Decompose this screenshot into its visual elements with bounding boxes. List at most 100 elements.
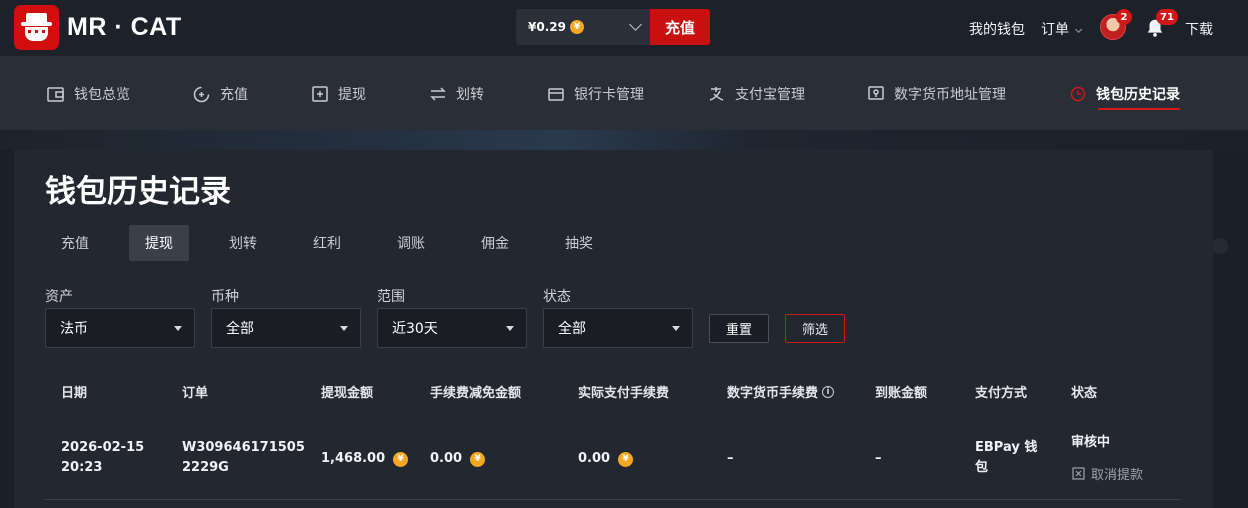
status-value: 全部 <box>558 321 586 337</box>
notification-badge: 71 <box>1156 9 1178 25</box>
status-label: 状态 <box>543 289 571 305</box>
crypto-address-icon <box>868 86 884 100</box>
col-crypto-fee-label: 数字货币手续费 <box>727 386 819 401</box>
table-row-fee-waived: 0.00 ¥ <box>430 449 486 469</box>
nav-withdraw[interactable]: 提现 <box>312 84 366 104</box>
cancel-withdrawal-label: 取消提款 <box>1091 468 1144 483</box>
transfer-icon <box>430 87 446 101</box>
nav-recharge[interactable]: 充值 <box>193 84 248 104</box>
history-icon <box>1070 86 1086 102</box>
method-line: EBPay 钱 <box>975 440 1038 455</box>
currency-value: 全部 <box>226 321 254 337</box>
history-panel: 钱包历史记录 充值 提现 划转 红利 调账 佣金 抽奖 资产 法币 币种 全部 … <box>14 150 1213 508</box>
alipay-icon <box>709 87 724 101</box>
col-fee-waived: 手续费减免金额 <box>430 386 522 401</box>
status-select[interactable]: 全部 <box>543 308 693 348</box>
nav-label: 钱包历史记录 <box>1096 87 1180 103</box>
col-order: 订单 <box>182 386 209 401</box>
currency-select[interactable]: 全部 <box>211 308 361 348</box>
nav-bank-card[interactable]: 银行卡管理 <box>548 84 644 104</box>
tab-transfer[interactable]: 划转 <box>213 225 273 261</box>
tab-adjustment[interactable]: 调账 <box>381 225 441 261</box>
coin-icon: ¥ <box>393 451 409 467</box>
fee-paid-value: 0.00 <box>578 451 611 466</box>
tab-commission[interactable]: 佣金 <box>465 225 525 261</box>
asset-select[interactable]: 法币 <box>45 308 195 348</box>
time-value: 20:23 <box>61 460 103 475</box>
table-row-fee-paid: 0.00 ¥ <box>578 449 634 469</box>
nav-transfer[interactable]: 划转 <box>430 84 484 104</box>
cancel-withdrawal-button[interactable]: 取消提款 <box>1072 464 1143 483</box>
asset-label: 资产 <box>45 289 73 305</box>
coin-icon: ¥ <box>618 451 634 467</box>
nav-alipay[interactable]: 支付宝管理 <box>708 84 805 104</box>
withdraw-icon <box>312 86 328 102</box>
date-value: 2026-02-15 <box>61 440 145 455</box>
top-header: MR · CAT ¥0.29 ¥ 充值 我的钱包 订单 2 71 下载 <box>0 0 1248 56</box>
wallet-icon <box>47 86 64 102</box>
reset-button[interactable]: 重置 <box>709 314 769 343</box>
table-row-crypto-fee: – <box>727 451 734 466</box>
row-divider <box>45 499 1181 500</box>
tab-bonus[interactable]: 红利 <box>297 225 357 261</box>
recharge-button[interactable]: 充值 <box>650 9 710 45</box>
background-banner <box>0 130 1248 150</box>
method-line: 包 <box>975 460 989 475</box>
nav-wallet-overview[interactable]: 钱包总览 <box>47 84 130 104</box>
nav-label: 钱包总览 <box>74 87 130 103</box>
caret-down-icon <box>506 326 514 331</box>
filter-button[interactable]: 筛选 <box>785 314 845 343</box>
amount-value: 1,468.00 <box>321 451 386 466</box>
nav-label: 提现 <box>338 87 366 103</box>
table-row-payment-method: EBPay 钱 包 <box>975 438 1037 478</box>
order-id-suffix: 2229G <box>182 460 229 475</box>
range-select[interactable]: 近30天 <box>377 308 527 348</box>
bank-card-icon <box>548 87 564 101</box>
col-payment-method: 支付方式 <box>975 386 1028 401</box>
my-wallet-link[interactable]: 我的钱包 <box>969 19 1025 39</box>
table-row-order[interactable]: W309646171505 2229G <box>182 438 305 478</box>
nav-label: 充值 <box>220 87 248 103</box>
range-label: 范围 <box>377 289 405 305</box>
balance-selector[interactable]: ¥0.29 ¥ <box>516 9 650 45</box>
brand-logo-icon[interactable] <box>14 5 59 50</box>
table-row-status: 审核中 <box>1071 435 1111 450</box>
caret-down-icon <box>174 326 182 331</box>
table-row-amount: 1,468.00 ¥ <box>321 449 409 469</box>
download-link[interactable]: 下载 <box>1185 19 1213 39</box>
order-id: W309646171505 <box>182 440 305 455</box>
coin-icon: ¥ <box>569 20 584 34</box>
tab-withdraw[interactable]: 提现 <box>129 225 189 261</box>
col-date: 日期 <box>61 386 88 401</box>
recharge-icon <box>193 86 210 102</box>
orders-label: 订单 <box>1041 22 1069 38</box>
nav-label: 银行卡管理 <box>574 87 644 103</box>
info-icon[interactable]: i <box>822 385 835 398</box>
range-value: 近30天 <box>392 321 438 337</box>
orders-menu[interactable]: 订单 <box>1041 19 1083 39</box>
col-crypto-fee: 数字货币手续费 i <box>727 382 835 401</box>
nav-label: 数字货币地址管理 <box>894 87 1006 103</box>
chevron-down-icon <box>629 18 642 31</box>
tab-lottery[interactable]: 抽奖 <box>549 225 609 261</box>
coin-icon: ¥ <box>470 451 486 467</box>
nav-label: 划转 <box>456 87 484 103</box>
col-withdraw-amount: 提现金额 <box>321 386 374 401</box>
nav-label: 支付宝管理 <box>735 87 805 103</box>
wallet-nav: 钱包总览 充值 提现 划转 银行卡管理 支付宝管理 数字货币地址管理 钱包历史记… <box>0 56 1248 130</box>
currency-label: 币种 <box>211 289 239 305</box>
col-fee-paid: 实际支付手续费 <box>578 386 670 401</box>
page-title: 钱包历史记录 <box>45 174 231 210</box>
tab-recharge[interactable]: 充值 <box>45 225 105 261</box>
nav-crypto-address[interactable]: 数字货币地址管理 <box>868 84 1006 104</box>
brand-name[interactable]: MR · CAT <box>67 13 182 42</box>
avatar-badge: 2 <box>1116 9 1132 25</box>
col-received: 到账金额 <box>875 386 928 401</box>
chevron-down-icon <box>1075 25 1083 33</box>
cancel-icon <box>1072 467 1085 480</box>
col-status: 状态 <box>1071 386 1098 401</box>
caret-down-icon <box>672 326 680 331</box>
table-row-received: – <box>875 451 882 466</box>
scroll-handle[interactable] <box>1212 238 1228 254</box>
nav-wallet-history[interactable]: 钱包历史记录 <box>1070 84 1180 110</box>
